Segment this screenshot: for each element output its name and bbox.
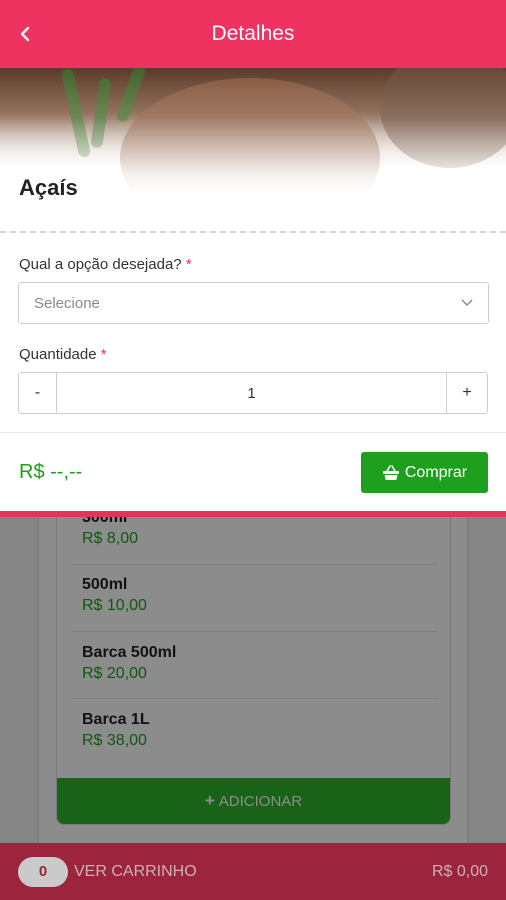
required-mark: * bbox=[100, 346, 107, 363]
page-title: Detalhes bbox=[211, 22, 295, 45]
product-title: Açaís bbox=[19, 175, 78, 200]
dashed-divider bbox=[0, 231, 506, 233]
option-select-placeholder: Selecione bbox=[34, 294, 100, 312]
cart-bar-dim bbox=[0, 843, 506, 900]
increase-button[interactable]: + bbox=[446, 373, 487, 413]
chevron-down-icon bbox=[461, 299, 473, 306]
decrease-button[interactable]: - bbox=[19, 373, 57, 413]
option-select[interactable]: Selecione bbox=[18, 282, 489, 324]
footer-divider bbox=[0, 432, 506, 433]
required-mark: * bbox=[185, 256, 192, 273]
back-button[interactable] bbox=[14, 22, 36, 46]
chevron-left-icon bbox=[20, 26, 30, 42]
app-header: Detalhes bbox=[0, 0, 506, 68]
quantity-stepper: - 1 + bbox=[18, 372, 488, 414]
quantity-label-text: Quantidade bbox=[19, 346, 97, 363]
option-label: Qual a opção desejada? * bbox=[19, 256, 192, 273]
basket-icon bbox=[382, 464, 399, 480]
price-display: R$ --,-- bbox=[19, 461, 83, 483]
buy-button[interactable]: Comprar bbox=[361, 452, 488, 493]
quantity-label: Quantidade * bbox=[19, 346, 107, 363]
buy-button-label: Comprar bbox=[404, 463, 468, 481]
option-label-text: Qual a opção desejada? bbox=[19, 256, 182, 273]
product-details-modal: Detalhes Açaís Qual a opção desejada? * … bbox=[0, 0, 506, 517]
quantity-input[interactable]: 1 bbox=[57, 373, 446, 413]
